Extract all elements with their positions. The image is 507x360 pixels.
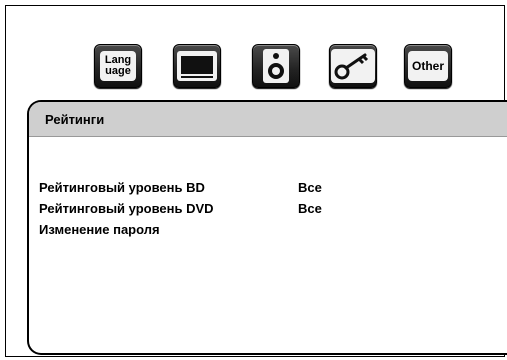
language-label-line2: uage <box>105 65 131 77</box>
key-icon <box>331 49 375 83</box>
tab-audio[interactable] <box>252 44 300 88</box>
language-icon: Lang uage <box>100 51 136 81</box>
setting-row-change-password[interactable]: Изменение пароля <box>39 222 160 238</box>
setting-label: Рейтинговый уровень BD <box>39 180 205 195</box>
setting-label: Рейтинговый уровень DVD <box>39 201 214 216</box>
setting-row-bd-rating[interactable]: Рейтинговый уровень BD Все <box>39 180 322 196</box>
tab-other[interactable]: Other <box>404 44 452 88</box>
panel-title: Рейтинги <box>45 112 105 127</box>
speaker-icon <box>263 49 289 83</box>
other-icon: Other <box>408 51 448 81</box>
other-label: Other <box>411 59 444 73</box>
tab-parental[interactable] <box>329 44 377 88</box>
panel-header: Рейтинги <box>29 102 507 137</box>
setting-row-dvd-rating[interactable]: Рейтинговый уровень DVD Все <box>39 201 322 217</box>
tab-language[interactable]: Lang uage <box>94 44 142 88</box>
display-icon <box>177 51 217 81</box>
setting-value: Все <box>298 180 322 195</box>
settings-panel: Рейтинги Рейтинговый уровень BD Все Рейт… <box>27 100 507 355</box>
setting-label: Изменение пароля <box>39 222 160 237</box>
tab-display[interactable] <box>173 44 221 88</box>
setting-value: Все <box>298 201 322 216</box>
